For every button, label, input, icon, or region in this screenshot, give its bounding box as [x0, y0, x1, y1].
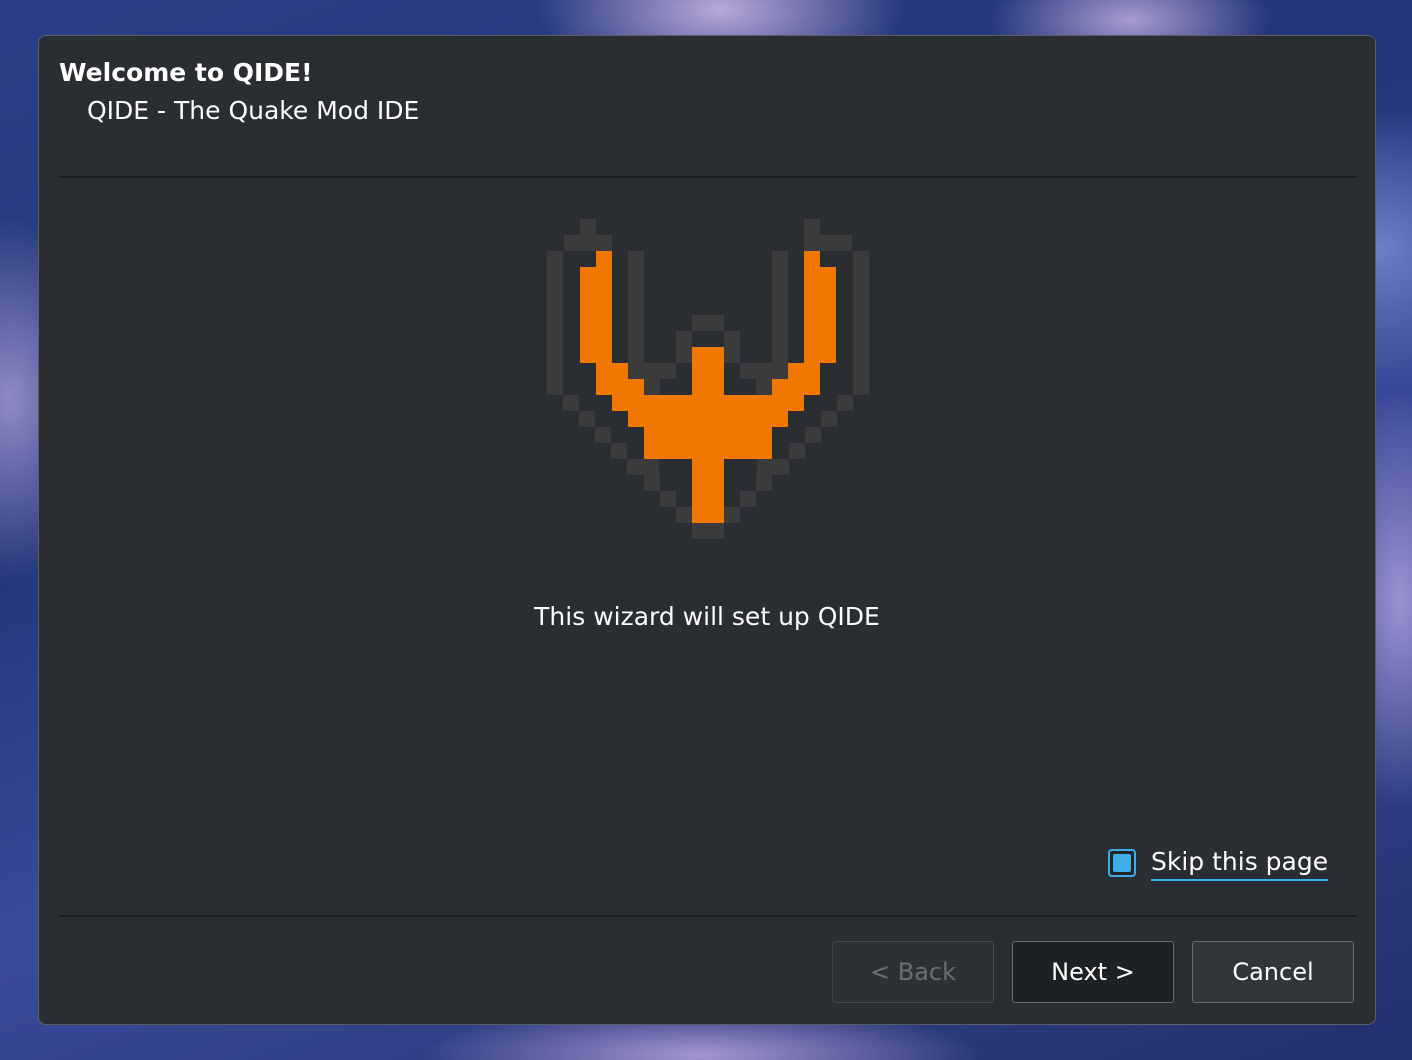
wizard-subtitle: QIDE - The Quake Mod IDE — [87, 96, 420, 125]
wizard-message: This wizard will set up QIDE — [534, 602, 880, 631]
skip-page-checkbox[interactable]: Skip this page — [1108, 843, 1329, 883]
header-separator — [59, 176, 1357, 178]
checkbox-checked-icon[interactable] — [1108, 849, 1136, 877]
next-button[interactable]: Next > — [1012, 941, 1174, 1003]
cancel-button[interactable]: Cancel — [1192, 941, 1354, 1003]
back-button[interactable]: < Back — [832, 941, 994, 1003]
qide-logo-icon — [547, 219, 869, 563]
footer-separator — [59, 915, 1357, 917]
skip-page-label[interactable]: Skip this page — [1151, 846, 1329, 881]
wizard-dialog: Welcome to QIDE! QIDE - The Quake Mod ID… — [38, 35, 1376, 1025]
wizard-title: Welcome to QIDE! — [59, 58, 313, 87]
